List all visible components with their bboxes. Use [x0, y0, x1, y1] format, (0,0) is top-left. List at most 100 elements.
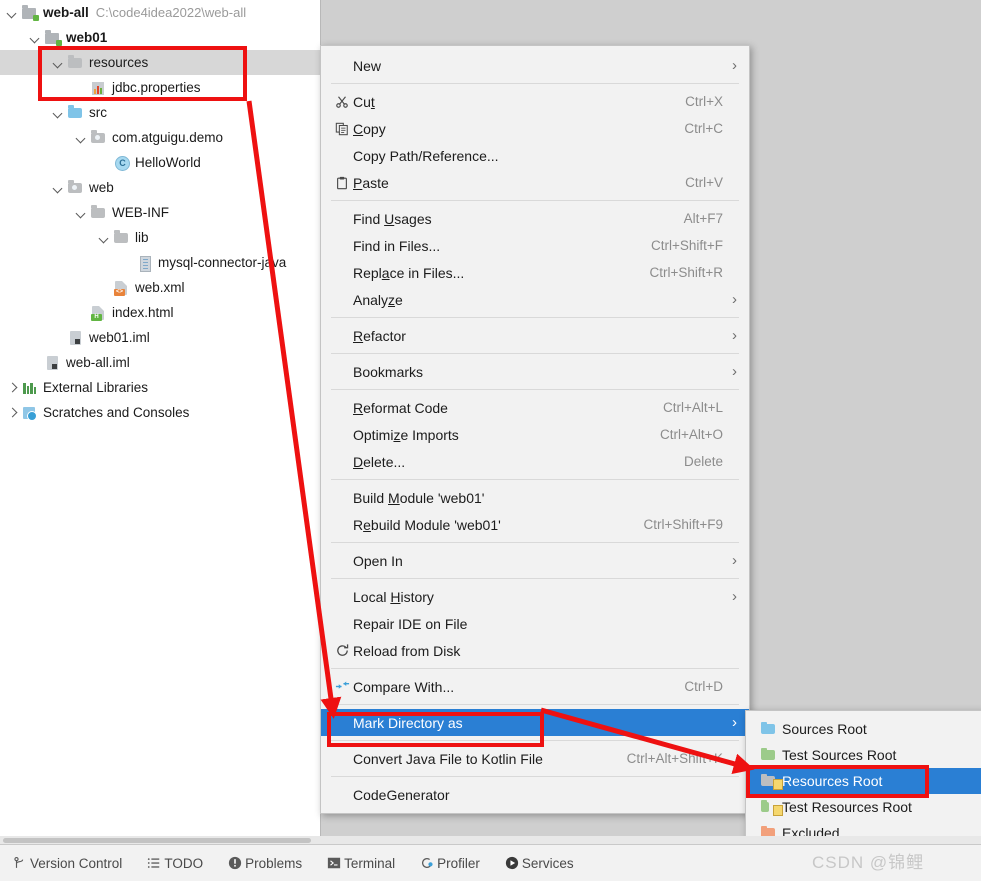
project-tool-window[interactable]: web-allC:\code4idea2022\web-allweb01reso… [0, 0, 321, 836]
file-context-menu[interactable]: New› CutCtrl+XCopyCtrl+C Copy Path/Referen… [320, 45, 750, 814]
menu-item-reload-from-disk[interactable]: Reload from Disk [321, 637, 749, 664]
services-icon [502, 856, 522, 870]
menu-item-label: Convert Java File to Kotlin File [353, 751, 609, 767]
submenu-item-resources-root[interactable]: Resources Root [746, 768, 981, 794]
status-bar-todo[interactable]: TODO [144, 856, 203, 871]
menu-item-cut[interactable]: CutCtrl+X [321, 88, 749, 115]
status-bar-problems[interactable]: Problems [225, 856, 302, 871]
menu-item-mark-directory-as[interactable]: Mark Directory as› [321, 709, 749, 736]
menu-item-label: Local History [353, 589, 723, 605]
tree-item-com-atguigu-demo[interactable]: com.atguigu.demo [0, 125, 320, 150]
scrollbar-thumb[interactable] [3, 838, 311, 843]
menu-item-refactor[interactable]: Refactor› [321, 322, 749, 349]
menu-separator [331, 200, 739, 201]
tree-item-external-libraries[interactable]: External Libraries [0, 375, 320, 400]
menu-item-local-history[interactable]: Local History› [321, 583, 749, 610]
expander-placeholder [98, 281, 111, 294]
tree-item-resources[interactable]: resources [0, 50, 320, 75]
menu-item-codegenerator[interactable]: CodeGenerator [321, 781, 749, 808]
menu-item-compare-with[interactable]: Compare With...Ctrl+D [321, 673, 749, 700]
menu-item-shortcut: Ctrl+Shift+F [651, 238, 723, 253]
expander-collapse-icon[interactable] [52, 106, 65, 119]
menu-item-convert-java-file-to-kotlin-file[interactable]: Convert Java File to Kotlin FileCtrl+Alt… [321, 745, 749, 772]
submenu-item-test-sources-root[interactable]: Test Sources Root [746, 742, 981, 768]
menu-item-label: Analyze [353, 292, 723, 308]
tree-item-web-xml[interactable]: <>web.xml [0, 275, 320, 300]
expander-placeholder [52, 331, 65, 344]
menu-item-shortcut: Ctrl+Shift+R [649, 265, 723, 280]
tree-item-index-html[interactable]: Hindex.html [0, 300, 320, 325]
menu-item-shortcut: Delete [684, 454, 723, 469]
properties-file-icon [90, 80, 107, 96]
tree-item-jdbc-properties[interactable]: jdbc.properties [0, 75, 320, 100]
expander-collapse-icon[interactable] [75, 206, 88, 219]
tree-item-label: web.xml [135, 275, 185, 300]
status-bar-services[interactable]: Services [502, 856, 574, 871]
menu-item-open-in[interactable]: Open In› [321, 547, 749, 574]
tree-item-web-all[interactable]: web-allC:\code4idea2022\web-all [0, 0, 320, 25]
expander-collapse-icon[interactable] [52, 56, 65, 69]
tree-item-label: External Libraries [43, 375, 148, 400]
menu-separator [331, 317, 739, 318]
reload-icon [331, 643, 353, 658]
menu-item-label: Paste [353, 175, 667, 191]
submenu-item-sources-root[interactable]: Sources Root [746, 716, 981, 742]
menu-item-reformat-code[interactable]: Reformat CodeCtrl+Alt+L [321, 394, 749, 421]
folder-resources-icon [760, 773, 782, 789]
menu-item-replace-in-files[interactable]: Replace in Files...Ctrl+Shift+R [321, 259, 749, 286]
menu-item-delete[interactable]: Delete...Delete [321, 448, 749, 475]
expander-collapse-icon[interactable] [29, 31, 42, 44]
tree-item-web-inf[interactable]: WEB-INF [0, 200, 320, 225]
expander-collapse-icon[interactable] [75, 131, 88, 144]
menu-item-paste[interactable]: PasteCtrl+V [321, 169, 749, 196]
compare-icon [331, 679, 353, 694]
expander-collapse-icon[interactable] [98, 231, 111, 244]
menu-item-bookmarks[interactable]: Bookmarks› [321, 358, 749, 385]
tree-item-path: C:\code4idea2022\web-all [96, 0, 246, 25]
menu-separator [331, 740, 739, 741]
status-bar-version-control[interactable]: Version Control [10, 856, 122, 871]
status-bar-terminal[interactable]: Terminal [324, 856, 395, 871]
expander-expand-icon[interactable] [6, 381, 19, 394]
menu-item-label: Copy Path/Reference... [353, 148, 723, 164]
warning-icon [225, 856, 245, 870]
menu-item-label: Build Module 'web01' [353, 490, 723, 506]
tree-item-label: index.html [112, 300, 174, 325]
tree-item-web01-iml[interactable]: web01.iml [0, 325, 320, 350]
expander-collapse-icon[interactable] [6, 6, 19, 19]
menu-item-rebuild-module-web01[interactable]: Rebuild Module 'web01'Ctrl+Shift+F9 [321, 511, 749, 538]
menu-item-shortcut: Ctrl+Alt+L [663, 400, 723, 415]
menu-item-find-in-files[interactable]: Find in Files... Ctrl+Shift+F [321, 232, 749, 259]
menu-separator [331, 83, 739, 84]
expander-expand-icon[interactable] [6, 406, 19, 419]
menu-item-analyze[interactable]: Analyze› [321, 286, 749, 313]
tree-item-scratches-and-consoles[interactable]: Scratches and Consoles [0, 400, 320, 425]
expander-placeholder [121, 256, 134, 269]
tree-item-label: jdbc.properties [112, 75, 201, 100]
tree-item-lib[interactable]: lib [0, 225, 320, 250]
menu-item-copy[interactable]: CopyCtrl+C [321, 115, 749, 142]
status-bar-label: Terminal [344, 856, 395, 871]
menu-item-optimize-imports[interactable]: Optimize ImportsCtrl+Alt+O [321, 421, 749, 448]
package-icon [67, 180, 84, 196]
menu-item-copy-path-reference[interactable]: Copy Path/Reference... [321, 142, 749, 169]
menu-item-find-usages[interactable]: Find UsagesAlt+F7 [321, 205, 749, 232]
tree-item-web[interactable]: web [0, 175, 320, 200]
tree-item-src[interactable]: src [0, 100, 320, 125]
tree-item-web-all-iml[interactable]: web-all.iml [0, 350, 320, 375]
status-bar-label: Version Control [30, 856, 122, 871]
menu-item-repair-ide-on-file[interactable]: Repair IDE on File [321, 610, 749, 637]
tree-item-helloworld[interactable]: CHelloWorld [0, 150, 320, 175]
menu-item-new[interactable]: New› [321, 52, 749, 79]
tree-item-web01[interactable]: web01 [0, 25, 320, 50]
tree-item-mysql-connector-java[interactable]: mysql-connector-java [0, 250, 320, 275]
expander-collapse-icon[interactable] [52, 181, 65, 194]
submenu-item-test-resources-root[interactable]: Test Resources Root [746, 794, 981, 820]
html-file-icon: H [90, 305, 107, 321]
menu-item-build-module-web01[interactable]: Build Module 'web01' [321, 484, 749, 511]
menu-separator [331, 542, 739, 543]
tree-item-label: com.atguigu.demo [112, 125, 223, 150]
menu-item-label: Find Usages [353, 211, 666, 227]
status-bar-profiler[interactable]: Profiler [417, 856, 480, 871]
menu-item-label: Find in Files... [353, 238, 633, 254]
